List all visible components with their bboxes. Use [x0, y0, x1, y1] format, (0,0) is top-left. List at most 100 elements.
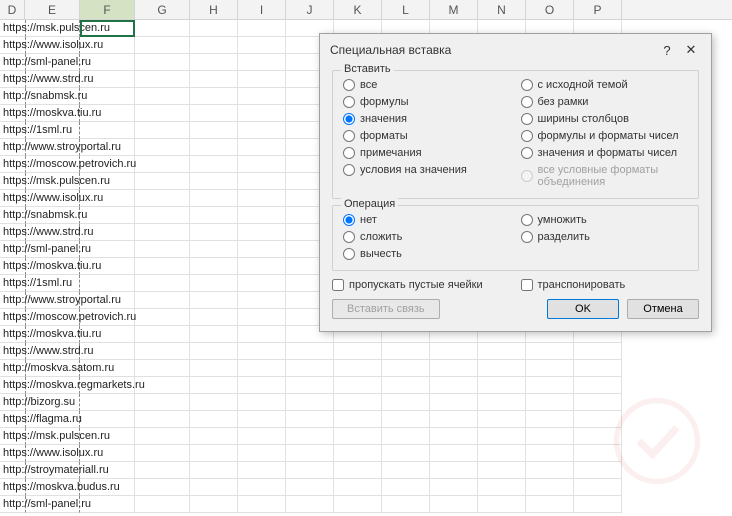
- cell[interactable]: [382, 394, 430, 411]
- ok-button[interactable]: OK: [547, 299, 619, 319]
- radio-input[interactable]: [343, 231, 355, 243]
- cell[interactable]: [135, 360, 190, 377]
- cell[interactable]: [478, 360, 526, 377]
- radio-с-исходной-темой[interactable]: с исходной темой: [521, 79, 689, 91]
- cell[interactable]: [334, 445, 382, 462]
- col-header-k[interactable]: K: [334, 0, 382, 19]
- cell[interactable]: http://www.stroyportal.ru: [0, 292, 25, 309]
- cell[interactable]: [526, 496, 574, 513]
- cell[interactable]: [80, 122, 135, 139]
- cell[interactable]: [135, 37, 190, 54]
- cell[interactable]: [135, 139, 190, 156]
- cell[interactable]: [574, 343, 622, 360]
- cell[interactable]: https://www.strd.ru: [0, 343, 25, 360]
- cell[interactable]: [190, 326, 238, 343]
- cell[interactable]: https://moskva.budus.ru: [0, 479, 25, 496]
- cell[interactable]: [238, 428, 286, 445]
- cell[interactable]: http://sml-panel.ru: [0, 54, 25, 71]
- cell[interactable]: [238, 139, 286, 156]
- cell[interactable]: [190, 394, 238, 411]
- cell[interactable]: [382, 360, 430, 377]
- cell[interactable]: [190, 156, 238, 173]
- skip-empty-input[interactable]: [332, 279, 344, 291]
- cell[interactable]: [135, 20, 190, 37]
- cell[interactable]: [478, 377, 526, 394]
- col-header-e[interactable]: E: [25, 0, 80, 19]
- cell[interactable]: [238, 54, 286, 71]
- cell[interactable]: https://moskva.tiu.ru: [0, 326, 25, 343]
- cell[interactable]: [238, 445, 286, 462]
- cell[interactable]: [526, 343, 574, 360]
- cell[interactable]: [135, 258, 190, 275]
- cell[interactable]: https://moskva.tiu.ru: [0, 258, 25, 275]
- cell[interactable]: [382, 462, 430, 479]
- cell[interactable]: https://moskva.tiu.ru: [0, 105, 25, 122]
- radio-input[interactable]: [343, 248, 355, 260]
- col-header-d[interactable]: D: [0, 0, 25, 19]
- cell[interactable]: [135, 190, 190, 207]
- transpose-input[interactable]: [521, 279, 533, 291]
- cell[interactable]: https://moskva.regmarkets.ru: [0, 377, 25, 394]
- cell[interactable]: [190, 258, 238, 275]
- cell[interactable]: [190, 343, 238, 360]
- cell[interactable]: https://www.isolux.ru: [0, 190, 25, 207]
- cell[interactable]: [286, 428, 334, 445]
- cell[interactable]: [135, 224, 190, 241]
- radio-умножить[interactable]: умножить: [521, 214, 689, 226]
- cell[interactable]: https://msk.pulscen.ru: [0, 20, 25, 37]
- cell[interactable]: [382, 496, 430, 513]
- cell[interactable]: [135, 207, 190, 224]
- cell[interactable]: [430, 462, 478, 479]
- cell[interactable]: [334, 462, 382, 479]
- skip-empty-checkbox[interactable]: пропускать пустые ячейки: [332, 279, 511, 291]
- cell[interactable]: [238, 496, 286, 513]
- cell[interactable]: [238, 479, 286, 496]
- radio-нет[interactable]: нет: [343, 214, 511, 226]
- cell[interactable]: [80, 394, 135, 411]
- cell[interactable]: [526, 360, 574, 377]
- cell[interactable]: [478, 411, 526, 428]
- cell[interactable]: [80, 411, 135, 428]
- cell[interactable]: [238, 190, 286, 207]
- cell[interactable]: [135, 496, 190, 513]
- cell[interactable]: [190, 292, 238, 309]
- cell[interactable]: [478, 479, 526, 496]
- cell[interactable]: [478, 445, 526, 462]
- cell[interactable]: [286, 343, 334, 360]
- cell[interactable]: http://www.stroyportal.ru: [0, 139, 25, 156]
- cell[interactable]: https://www.strd.ru: [0, 224, 25, 241]
- cell[interactable]: [286, 411, 334, 428]
- cell[interactable]: https://1sml.ru: [0, 122, 25, 139]
- cell[interactable]: https://moscow.petrovich.ru: [0, 156, 25, 173]
- cell[interactable]: https://www.isolux.ru: [0, 37, 25, 54]
- radio-сложить[interactable]: сложить: [343, 231, 511, 243]
- radio-форматы[interactable]: форматы: [343, 130, 511, 142]
- cell[interactable]: [286, 360, 334, 377]
- cell[interactable]: [382, 479, 430, 496]
- cell[interactable]: [238, 343, 286, 360]
- cell[interactable]: [526, 445, 574, 462]
- radio-input[interactable]: [343, 164, 355, 176]
- cell[interactable]: http://bizorg.su: [0, 394, 25, 411]
- cell[interactable]: [190, 275, 238, 292]
- cell[interactable]: https://msk.pulscen.ru: [0, 173, 25, 190]
- cell[interactable]: [135, 173, 190, 190]
- cell[interactable]: [526, 377, 574, 394]
- cell[interactable]: [135, 54, 190, 71]
- cell[interactable]: [478, 428, 526, 445]
- cell[interactable]: [135, 71, 190, 88]
- cell[interactable]: [430, 377, 478, 394]
- radio-input[interactable]: [343, 79, 355, 91]
- transpose-checkbox[interactable]: транспонировать: [521, 279, 700, 291]
- close-button[interactable]: ✕: [679, 40, 703, 60]
- cell[interactable]: http://sml-panel.ru: [0, 496, 25, 513]
- cell[interactable]: [190, 20, 238, 37]
- cell[interactable]: [238, 411, 286, 428]
- radio-input[interactable]: [343, 147, 355, 159]
- cell[interactable]: [135, 479, 190, 496]
- cell[interactable]: [238, 326, 286, 343]
- cell[interactable]: [286, 377, 334, 394]
- cell[interactable]: [286, 462, 334, 479]
- cell[interactable]: [526, 479, 574, 496]
- radio-условия-на-значения[interactable]: условия на значения: [343, 164, 511, 176]
